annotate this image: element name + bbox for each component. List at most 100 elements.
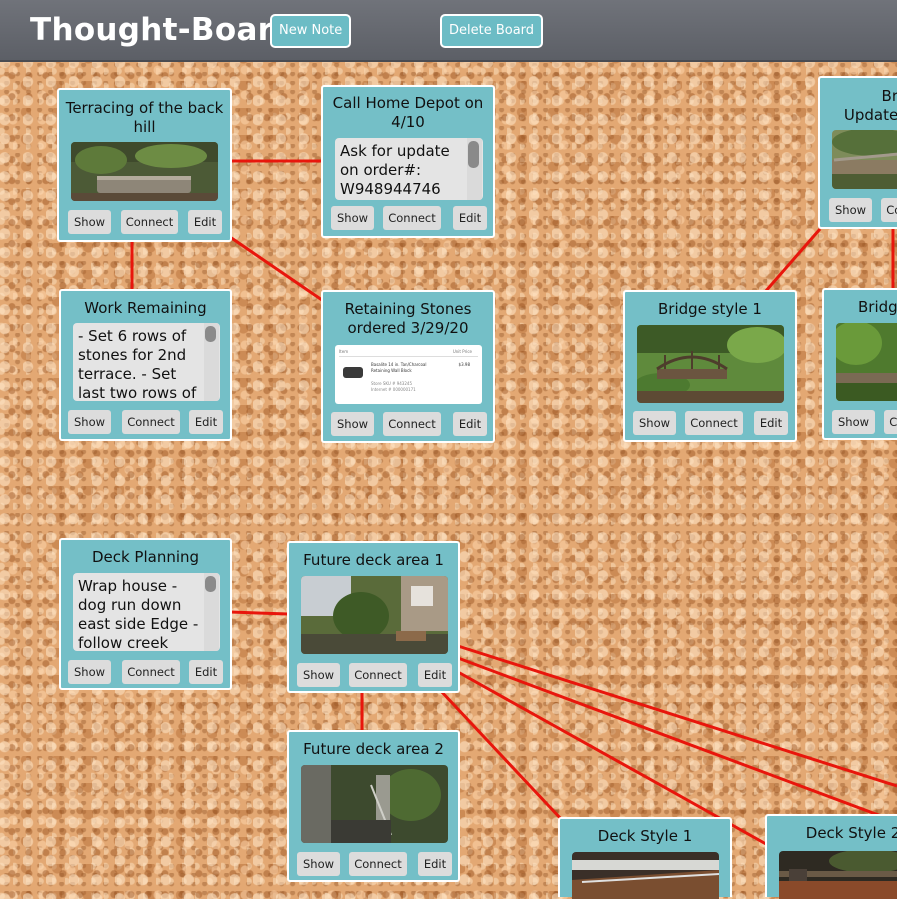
connection-line — [457, 656, 897, 824]
show-button[interactable]: Show — [832, 410, 875, 434]
wooden-bridge-photo — [637, 325, 784, 403]
connection-line — [229, 610, 289, 616]
edit-button[interactable]: Edit — [189, 410, 223, 434]
note-clip: Bridge style 2 Show Connect — [824, 290, 897, 442]
note-title: Bridge style 1 — [658, 300, 762, 318]
note-title: Deck Style 1 — [597, 827, 693, 845]
show-button[interactable]: Show — [68, 410, 111, 434]
note-title: Bridge style 2 — [858, 298, 897, 316]
show-button[interactable]: Show — [331, 206, 374, 230]
note-image — [836, 323, 897, 401]
note-image — [832, 130, 897, 189]
note-card[interactable]: Bridge Update/research Show Connect — [818, 76, 897, 229]
note-image — [301, 576, 448, 654]
connection-line — [229, 235, 323, 302]
note-text: - Set 6 rows of stones for 2nd terrace. … — [78, 327, 197, 401]
edit-button[interactable]: Edit — [418, 663, 452, 687]
note-image — [71, 142, 218, 201]
note-image: Item Unit Price Basalite 14 in. Tan/Char… — [335, 345, 482, 404]
connect-button[interactable]: Connect — [383, 206, 441, 230]
edit-button[interactable]: Edit — [754, 411, 788, 435]
note-image — [572, 852, 719, 899]
order-receipt-screenshot: Item Unit Price Basalite 14 in. Tan/Char… — [335, 345, 482, 404]
note-title: Terracing of the back hill — [65, 99, 224, 136]
show-button[interactable]: Show — [829, 198, 872, 222]
note-text-box: Wrap house - dog run down east side Edge… — [73, 573, 220, 651]
note-title: Call Home Depot on 4/10 — [332, 94, 484, 131]
stone-wall-garden-photo — [71, 142, 218, 201]
scrollbar-thumb[interactable] — [468, 141, 479, 168]
note-card[interactable]: Bridge style 2 Show Connect — [822, 288, 897, 440]
connection-line — [457, 644, 897, 788]
backyard-photo — [301, 576, 448, 654]
connect-button[interactable]: Connect — [349, 663, 407, 687]
note-card[interactable]: Future deck area 1 Show Connect Edit — [287, 541, 460, 693]
note-title: Work Remaining — [84, 299, 207, 317]
note-card[interactable]: Terracing of the back hill Show Connect … — [57, 88, 232, 242]
edit-button[interactable]: Edit — [189, 660, 223, 684]
note-text: Ask for update on order#: W948944746 — [340, 142, 450, 198]
stone-block-thumbnail — [343, 367, 363, 378]
note-title: Future deck area 2 — [303, 740, 444, 758]
top-bar: Thought-Board New Note Delete Board — [0, 0, 897, 62]
note-title: Deck Planning — [91, 548, 200, 566]
note-card[interactable]: Retaining Stones ordered 3/29/20 Item Un… — [321, 290, 495, 443]
note-text-box: Ask for update on order#: W948944746 — [335, 138, 483, 200]
connection-line — [763, 228, 822, 293]
note-card[interactable]: Deck Style 1 — [558, 817, 732, 899]
bridge-garden-photo — [832, 130, 897, 189]
connect-button[interactable]: Connect — [884, 410, 897, 434]
edit-button[interactable]: Edit — [188, 210, 222, 234]
garden-bridge-photo — [836, 323, 897, 401]
note-card[interactable]: Work Remaining - Set 6 rows of stones fo… — [59, 289, 232, 441]
note-card[interactable]: Deck Style 2 — [765, 814, 897, 899]
note-text: Wrap house - dog run down east side Edge… — [78, 577, 199, 651]
connect-button[interactable]: Connect — [122, 410, 180, 434]
show-button[interactable]: Show — [297, 663, 340, 687]
receipt-col-price: Unit Price — [452, 349, 472, 354]
scrollbar[interactable] — [204, 573, 219, 651]
app-title: Thought-Board — [30, 12, 296, 48]
receipt-internet-number: Internet # 000000171 — [371, 387, 416, 392]
note-clip: Bridge Update/research Show Connect — [820, 78, 897, 231]
receipt-divider — [339, 356, 478, 357]
receipt-product: Basalite 14 in. Tan/Charcoal Retaining W… — [371, 362, 427, 373]
delete-board-button[interactable]: Delete Board — [440, 14, 544, 48]
show-button[interactable]: Show — [633, 411, 676, 435]
scrollbar[interactable] — [467, 138, 482, 200]
receipt-price: $3.98 — [458, 362, 470, 367]
connect-button[interactable]: Connect — [383, 412, 441, 436]
note-card[interactable]: Call Home Depot on 4/10 Ask for update o… — [321, 85, 495, 238]
note-image — [301, 765, 448, 843]
note-card[interactable]: Bridge style 1 Show Connect Edit — [623, 290, 797, 442]
scrollbar-thumb[interactable] — [205, 326, 216, 342]
note-card[interactable]: Deck Planning Wrap house - dog run down … — [59, 538, 232, 690]
connect-button[interactable]: Connect — [349, 852, 407, 876]
deck-photo-2 — [779, 851, 897, 899]
side-yard-photo — [301, 765, 448, 843]
note-title: Bridge Update/research — [843, 87, 897, 124]
note-clip: Deck Style 2 — [767, 816, 897, 899]
edit-button[interactable]: Edit — [453, 412, 487, 436]
edit-button[interactable]: Edit — [453, 206, 487, 230]
note-image — [637, 325, 784, 403]
show-button[interactable]: Show — [297, 852, 340, 876]
note-image — [779, 851, 897, 899]
scrollbar-thumb[interactable] — [205, 576, 216, 592]
new-note-button[interactable]: New Note — [270, 14, 352, 48]
note-title: Future deck area 1 — [303, 551, 444, 569]
scrollbar[interactable] — [204, 323, 219, 401]
note-card[interactable]: Future deck area 2 Show Connect Edit — [287, 730, 460, 882]
note-title: Deck Style 2 — [805, 824, 897, 842]
show-button[interactable]: Show — [331, 412, 374, 436]
connect-button[interactable]: Connect — [685, 411, 743, 435]
connect-button[interactable]: Connect — [122, 660, 180, 684]
connect-button[interactable]: Connect — [121, 210, 178, 234]
receipt-col-item: Item — [339, 349, 349, 354]
show-button[interactable]: Show — [68, 660, 111, 684]
note-title: Retaining Stones ordered 3/29/20 — [344, 300, 472, 337]
edit-button[interactable]: Edit — [418, 852, 452, 876]
connect-button[interactable]: Connect — [881, 198, 897, 222]
note-text-box: - Set 6 rows of stones for 2nd terrace. … — [73, 323, 220, 401]
show-button[interactable]: Show — [68, 210, 111, 234]
